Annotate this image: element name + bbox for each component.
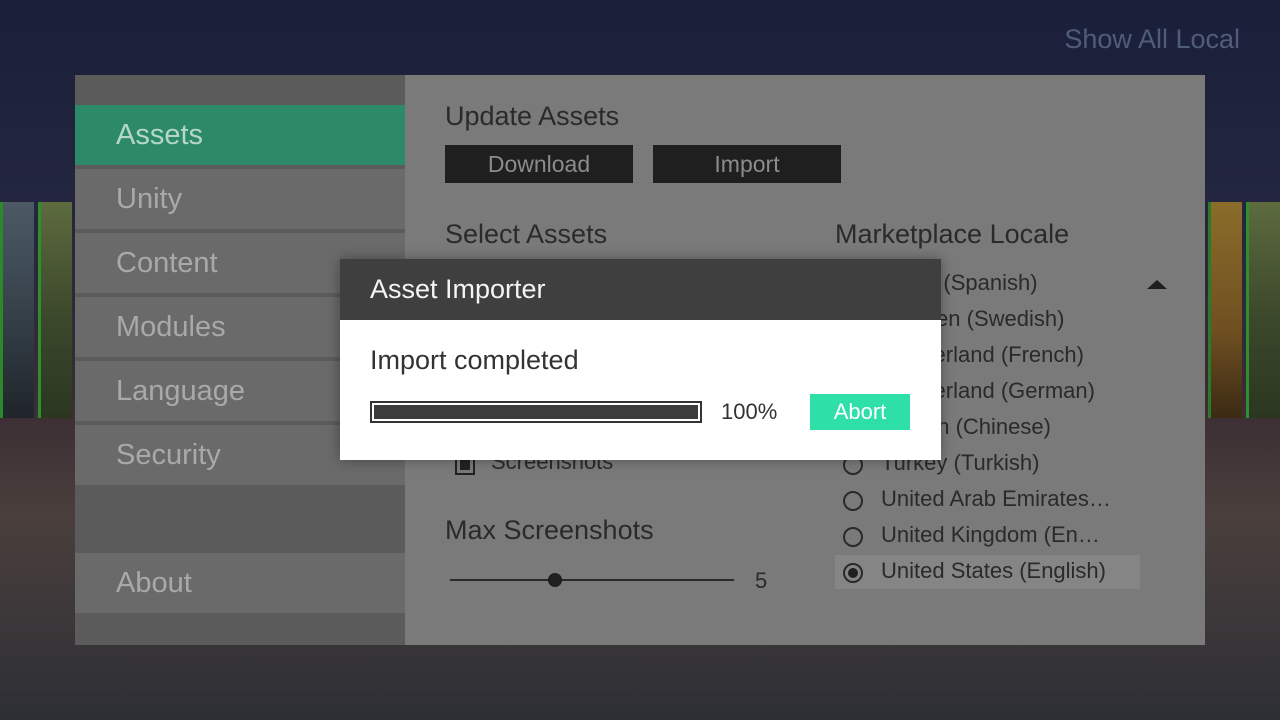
- download-button[interactable]: Download: [445, 145, 633, 183]
- show-all-local-button[interactable]: Show All Local: [1064, 24, 1240, 55]
- dialog-status-message: Import completed: [370, 345, 579, 375]
- import-progress-bar: [370, 401, 702, 423]
- sidebar-item-assets[interactable]: Assets: [75, 105, 405, 165]
- import-progress-fill: [374, 405, 698, 419]
- max-screenshots-slider-thumb[interactable]: [548, 573, 562, 587]
- max-screenshots-value: 5: [755, 568, 768, 593]
- game-tile: [0, 202, 34, 418]
- locale-item[interactable]: United Arab Emirates…: [835, 483, 1140, 517]
- sidebar-item-about[interactable]: About: [75, 553, 405, 613]
- game-tile: [1246, 202, 1280, 418]
- game-tile: [1208, 202, 1242, 418]
- marketplace-locale-heading: Marketplace Locale: [835, 219, 1070, 249]
- scroll-up-arrow-icon[interactable]: [1147, 280, 1167, 289]
- update-assets-heading: Update Assets: [445, 101, 620, 131]
- locale-item-selected[interactable]: United States (English): [835, 555, 1140, 589]
- radio-button-icon: [843, 527, 863, 547]
- select-assets-heading: Select Assets: [445, 219, 608, 249]
- dialog-title: Asset Importer: [340, 259, 941, 320]
- max-screenshots-heading: Max Screenshots: [445, 515, 654, 545]
- radio-button-icon: [843, 491, 863, 511]
- radio-button-selected-icon: [843, 563, 863, 583]
- import-progress-percent: 100%: [721, 399, 778, 424]
- abort-button[interactable]: Abort: [810, 394, 910, 430]
- import-button[interactable]: Import: [653, 145, 841, 183]
- locale-item[interactable]: United Kingdom (En…: [835, 519, 1140, 553]
- max-screenshots-slider-track[interactable]: [450, 579, 734, 581]
- asset-importer-dialog: Asset Importer Import completed 100% Abo…: [340, 259, 941, 460]
- sidebar-item-unity[interactable]: Unity: [75, 169, 405, 229]
- game-tile: [38, 202, 72, 418]
